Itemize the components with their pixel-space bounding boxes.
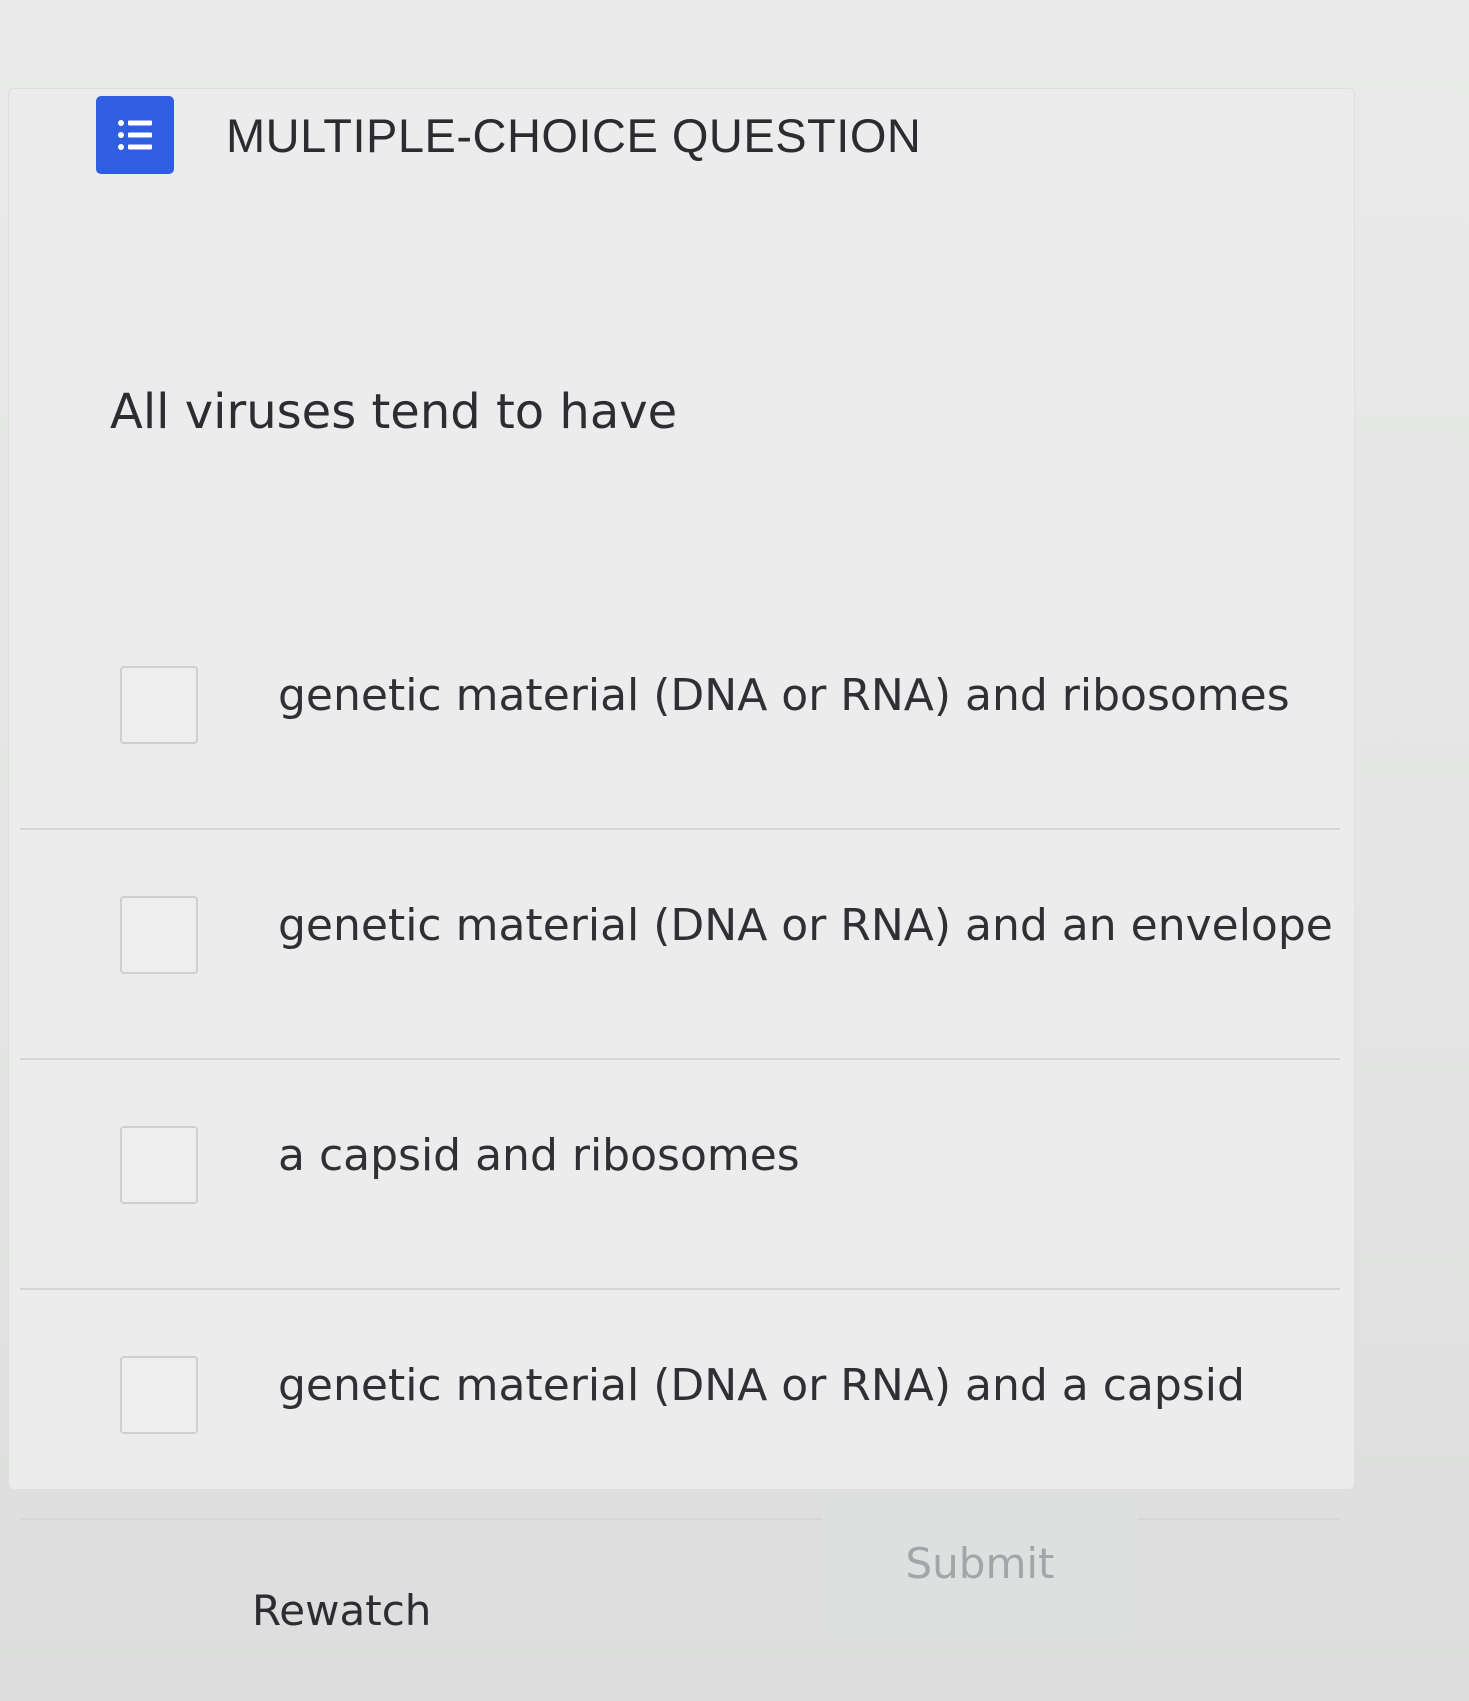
- answer-option-1[interactable]: genetic material (DNA or RNA) and riboso…: [20, 600, 1340, 830]
- rewatch-button[interactable]: Rewatch: [252, 1586, 431, 1635]
- answer-option-4[interactable]: genetic material (DNA or RNA) and a caps…: [20, 1290, 1340, 1520]
- list-icon-glyph: [118, 120, 152, 150]
- answer-checkbox[interactable]: [120, 1356, 198, 1434]
- answer-option-label: genetic material (DNA or RNA) and a caps…: [278, 1360, 1245, 1411]
- answer-option-label: a capsid and ribosomes: [278, 1130, 800, 1181]
- question-header: MULTIPLE-CHOICE QUESTION: [96, 96, 921, 174]
- answer-checkbox[interactable]: [120, 896, 198, 974]
- question-text: All viruses tend to have: [110, 384, 678, 440]
- submit-button[interactable]: Submit: [822, 1490, 1138, 1638]
- answer-option-3[interactable]: a capsid and ribosomes: [20, 1060, 1340, 1290]
- screen: MULTIPLE-CHOICE QUESTION All viruses ten…: [0, 0, 1469, 1701]
- answer-option-label: genetic material (DNA or RNA) and an env…: [278, 900, 1333, 951]
- question-footer: Rewatch Submit: [0, 1490, 1469, 1701]
- answer-checkbox[interactable]: [120, 1126, 198, 1204]
- list-icon: [96, 96, 174, 174]
- answer-option-label: genetic material (DNA or RNA) and riboso…: [278, 670, 1290, 721]
- answer-checkbox[interactable]: [120, 666, 198, 744]
- question-type-title: MULTIPLE-CHOICE QUESTION: [226, 108, 922, 162]
- answer-options: genetic material (DNA or RNA) and riboso…: [20, 600, 1340, 1520]
- answer-option-2[interactable]: genetic material (DNA or RNA) and an env…: [20, 830, 1340, 1060]
